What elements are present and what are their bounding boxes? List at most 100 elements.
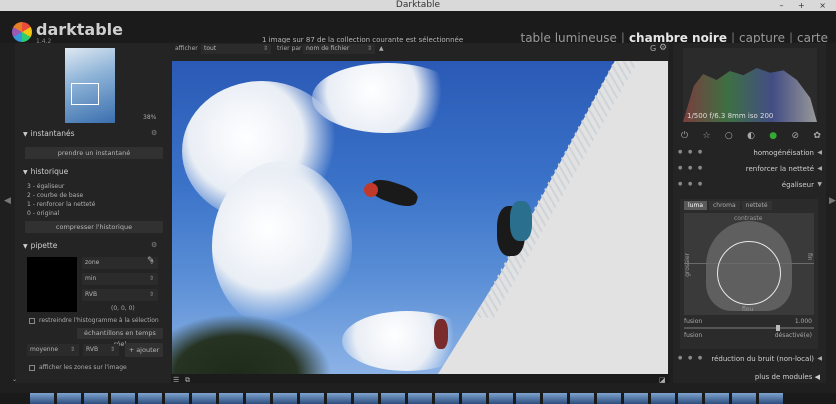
correct-group-icon[interactable]: ⊘	[792, 131, 800, 143]
scroll-down-icon[interactable]: ⌄	[12, 376, 17, 383]
take-snapshot-button[interactable]: prendre un instantané	[25, 147, 163, 159]
menu-icon[interactable]: ☰	[173, 376, 179, 384]
filmstrip-thumbnail[interactable]	[354, 393, 378, 404]
chevron-icon: ⇕	[148, 291, 154, 298]
filmstrip-thumbnail[interactable]	[435, 393, 459, 404]
module-state-icon[interactable]: ● ● ●	[678, 165, 704, 171]
filmstrip-thumbnail[interactable]	[759, 393, 783, 404]
main-image[interactable]	[172, 61, 668, 374]
sort-direction-icon[interactable]: ▲	[379, 45, 384, 52]
module-state-icon[interactable]: ● ● ●	[678, 149, 704, 155]
sort-select[interactable]: nom de fichier ⇕	[303, 44, 375, 54]
filmstrip-thumbnail[interactable]	[246, 393, 270, 404]
rider-shape	[510, 201, 532, 241]
blend-row[interactable]: fusion désactivé(e)	[684, 332, 814, 339]
power-icon[interactable]: ⏻	[681, 131, 688, 143]
zoom-level[interactable]: 38%	[143, 114, 156, 121]
app-name: darktable	[36, 20, 124, 39]
tone-group-icon[interactable]: ◐	[747, 131, 755, 143]
filmstrip-thumbnail[interactable]	[84, 393, 108, 404]
history-item[interactable]: 1 - renforcer la netteté	[27, 201, 95, 209]
filmstrip	[0, 393, 836, 404]
history-item[interactable]: 0 - original	[27, 210, 59, 218]
filmstrip-thumbnail[interactable]	[192, 393, 216, 404]
history-title: historique	[30, 167, 69, 176]
reset-icon[interactable]: ⚙	[151, 129, 157, 137]
filmstrip-thumbnail[interactable]	[300, 393, 324, 404]
add-sample-button[interactable]: + ajouter	[125, 343, 163, 357]
filmstrip-thumbnail[interactable]	[543, 393, 567, 404]
collapse-right-icon[interactable]: ▶	[829, 196, 836, 206]
eyedropper-icon[interactable]: ✎	[147, 256, 155, 266]
equalizer-graph[interactable]: contraste flou grossier fin	[684, 213, 814, 315]
filmstrip-thumbnail[interactable]	[489, 393, 513, 404]
tab-luma[interactable]: luma	[684, 201, 707, 210]
tab-nettete[interactable]: netteté	[741, 201, 772, 210]
live-samples-button[interactable]: échantillons en temps réel	[77, 328, 163, 348]
filmstrip-thumbnail[interactable]	[327, 393, 351, 404]
picker-mode-select[interactable]: min ⇕	[82, 273, 158, 285]
picker-title: pipette	[30, 241, 58, 250]
filmstrip-thumbnail[interactable]	[597, 393, 621, 404]
restrict-histogram-checkbox[interactable]: restreindre l'histogramme à la sélection	[29, 317, 159, 324]
filmstrip-thumbnail[interactable]	[624, 393, 648, 404]
filmstrip-thumbnail[interactable]	[138, 393, 162, 404]
picker-header[interactable]: ▼ pipette ⚙	[23, 241, 163, 250]
filmstrip-thumbnail[interactable]	[111, 393, 135, 404]
filmstrip-thumbnail[interactable]	[516, 393, 540, 404]
compress-history-button[interactable]: compresser l'historique	[25, 221, 163, 233]
module-homogeneisation[interactable]: ● ● ● homogénéisation ◀	[675, 147, 824, 160]
history-item[interactable]: 2 - courbe de base	[27, 192, 83, 200]
histogram[interactable]: 1/500 f/6.3 8mm iso 200	[683, 48, 817, 122]
snapshots-header[interactable]: ▼ instantanés ⚙	[23, 129, 163, 138]
more-modules-button[interactable]: plus de modules ◀	[755, 373, 820, 381]
slider-knob[interactable]	[776, 325, 780, 331]
grouping-icon[interactable]: G	[650, 44, 656, 53]
collapse-arrow-icon: ▼	[23, 169, 28, 176]
navigation-thumbnail[interactable]	[65, 48, 115, 123]
reset-icon[interactable]: ⚙	[151, 241, 157, 249]
picker-color-select[interactable]: RVB ⇕	[82, 289, 158, 301]
filmstrip-thumbnail[interactable]	[651, 393, 675, 404]
collapse-left-icon[interactable]: ◀	[4, 196, 11, 206]
filmstrip-thumbnail[interactable]	[408, 393, 432, 404]
effect-group-icon[interactable]: ✿	[813, 131, 821, 143]
module-state-icon[interactable]: ● ● ●	[678, 355, 704, 361]
equalizer-panel: luma chroma netteté contraste flou gross…	[680, 199, 818, 349]
stat-color-select[interactable]: RVB ⇕	[83, 344, 119, 356]
module-nettete[interactable]: ● ● ● renforcer la netteté ◀	[675, 163, 824, 176]
show-filter-select[interactable]: tout ⇕	[201, 44, 271, 54]
history-header[interactable]: ▼ historique	[23, 167, 163, 176]
show-zones-checkbox[interactable]: afficher les zones sur l'image	[29, 364, 127, 371]
history-item[interactable]: 3 - égaliseur	[27, 183, 64, 191]
picker-color-label: RVB	[85, 291, 98, 298]
module-state-icon[interactable]: ● ● ●	[678, 181, 704, 187]
fusion-slider[interactable]	[684, 325, 814, 331]
filmstrip-thumbnail[interactable]	[381, 393, 405, 404]
tab-chroma[interactable]: chroma	[709, 201, 740, 210]
module-denoise[interactable]: ● ● ● réduction du bruit (non-local) ◀	[675, 353, 824, 366]
filmstrip-thumbnail[interactable]	[219, 393, 243, 404]
filmstrip-thumbnail[interactable]	[30, 393, 54, 404]
filmstrip-thumbnail[interactable]	[570, 393, 594, 404]
compare-icon[interactable]: ◪	[659, 376, 666, 384]
chevron-icon: ⇕	[69, 346, 75, 353]
filmstrip-thumbnail[interactable]	[165, 393, 189, 404]
filmstrip-thumbnail[interactable]	[705, 393, 729, 404]
color-group-icon[interactable]: ●	[769, 131, 777, 143]
style-icon[interactable]: ⧉	[185, 376, 190, 385]
filmstrip-thumbnail[interactable]	[462, 393, 486, 404]
module-egaliseur[interactable]: ● ● ● égaliseur ▼	[675, 179, 824, 192]
basic-group-icon[interactable]: ○	[725, 131, 733, 143]
filmstrip-thumbnail[interactable]	[732, 393, 756, 404]
filmstrip-thumbnail[interactable]	[678, 393, 702, 404]
stat-mode-select[interactable]: moyenne ⇕	[27, 344, 79, 356]
gear-icon[interactable]: ⚙	[659, 43, 667, 53]
fine-label: fin	[806, 253, 813, 261]
picker-zone-label: zone	[85, 259, 100, 266]
favorites-icon[interactable]: ☆	[702, 131, 710, 143]
filmstrip-thumbnail[interactable]	[57, 393, 81, 404]
window-controls[interactable]: – + ×	[780, 0, 833, 11]
viewport-rect[interactable]	[71, 83, 99, 105]
filmstrip-thumbnail[interactable]	[273, 393, 297, 404]
